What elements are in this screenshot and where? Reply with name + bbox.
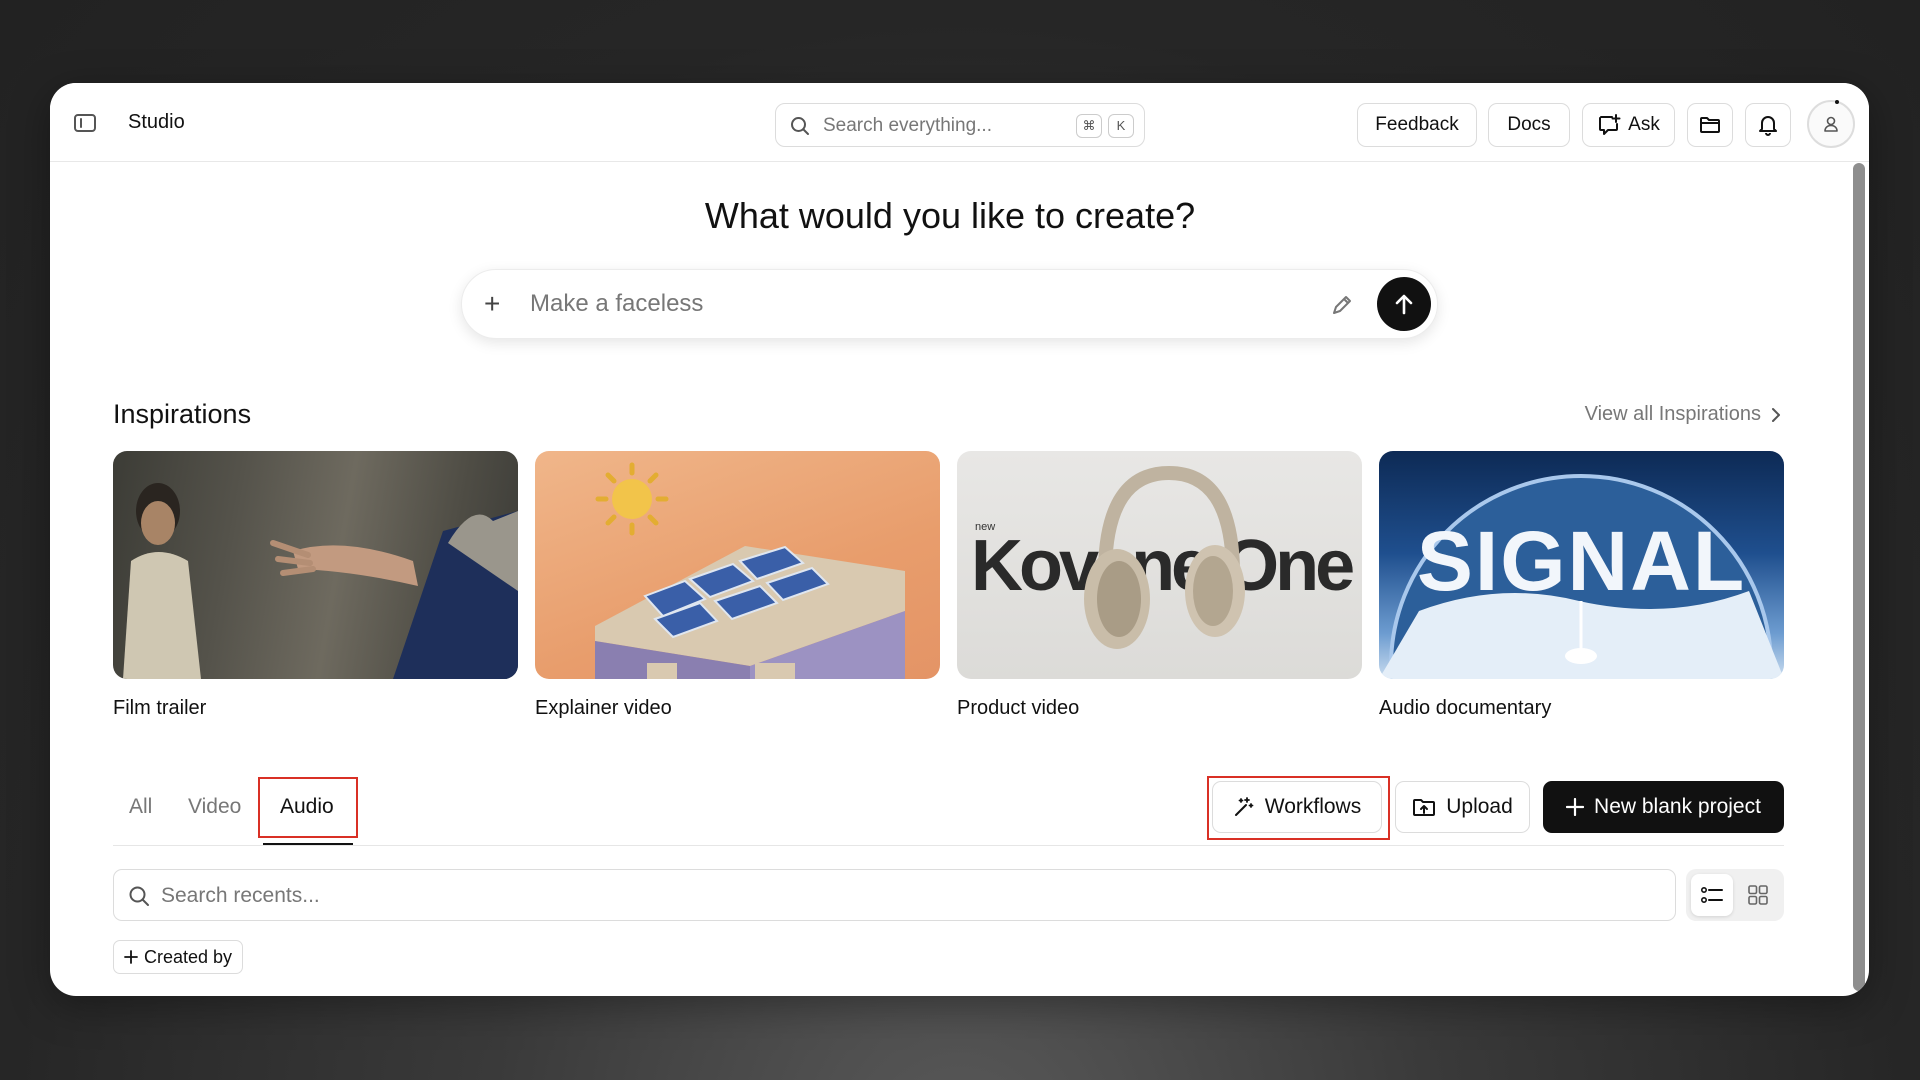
folder-upload-icon — [1413, 799, 1436, 816]
card-label: Product video — [957, 697, 1080, 719]
tab-all[interactable]: All — [129, 795, 152, 819]
tab-video[interactable]: Video — [188, 795, 241, 819]
inspiration-card-product-video[interactable]: new Kovane One Product video — [957, 451, 1362, 720]
film-trailer-thumbnail — [113, 451, 518, 679]
user-icon — [1824, 116, 1838, 132]
app-title: Studio — [128, 111, 185, 133]
inspiration-card-audio-documentary[interactable]: SIGNAL Audio documentary — [1379, 451, 1784, 720]
headphones-image — [1084, 465, 1245, 649]
list-icon — [1701, 887, 1723, 903]
scrollbar[interactable] — [1853, 163, 1865, 991]
shortcut-mod-key: ⌘ — [1076, 114, 1102, 138]
folder-button[interactable] — [1687, 103, 1733, 147]
new-project-label: New blank project — [1594, 795, 1761, 818]
card-label: Explainer video — [535, 697, 672, 719]
created-by-label: Created by — [144, 946, 233, 967]
thumb-title-text: SIGNAL — [1416, 514, 1747, 608]
film-scene-image — [123, 483, 518, 679]
studio-window: Studio Search everything... ⌘ K Feedback… — [50, 83, 1869, 996]
card-label: Audio documentary — [1379, 697, 1552, 719]
feedback-button[interactable]: Feedback — [1357, 103, 1477, 147]
bell-icon — [1759, 116, 1777, 136]
notifications-button[interactable] — [1745, 103, 1791, 147]
chevron-right-icon — [1772, 407, 1780, 422]
top-bar: Studio Search everything... ⌘ K Feedback… — [50, 83, 1869, 162]
prompt-input[interactable]: + Make a faceless — [461, 269, 1438, 339]
solar-house-image — [595, 462, 905, 679]
created-by-filter[interactable]: Created by — [113, 940, 244, 974]
new-blank-project-button[interactable]: New blank project — [1543, 781, 1784, 833]
status-dot — [1835, 100, 1839, 104]
feedback-label: Feedback — [1375, 114, 1459, 135]
plus-icon — [1566, 798, 1585, 816]
send-button[interactable] — [1377, 277, 1431, 331]
sun-icon — [595, 462, 669, 536]
product-video-thumbnail: new Kovane One — [957, 451, 1362, 679]
page-headline: What would you like to create? — [704, 195, 1196, 236]
view-mode-toggle — [1686, 869, 1784, 921]
view-all-inspirations-link[interactable]: View all Inspirations — [1585, 403, 1781, 426]
workflows-highlight — [1207, 776, 1390, 840]
docs-button[interactable]: Docs — [1488, 103, 1570, 147]
shortcut-k-key: K — [1108, 114, 1134, 138]
docs-label: Docs — [1507, 114, 1551, 135]
inspirations-title: Inspirations — [113, 399, 252, 429]
chat-plus-icon — [1599, 114, 1621, 135]
inspiration-card-film-trailer[interactable]: Film trailer — [113, 451, 518, 720]
view-all-label: View all Inspirations — [1584, 403, 1761, 425]
audio-documentary-thumbnail: SIGNAL — [1379, 451, 1784, 679]
search-icon — [791, 117, 809, 135]
ask-label: Ask — [1628, 114, 1660, 135]
inspiration-card-explainer-video[interactable]: Explainer video — [535, 451, 940, 720]
plus-icon — [124, 950, 138, 964]
add-attachment-icon[interactable]: + — [484, 290, 500, 318]
grid-icon — [1748, 885, 1768, 905]
global-search-input[interactable]: Search everything... ⌘ K — [775, 103, 1145, 147]
recents-search-placeholder: Search recents... — [161, 884, 320, 907]
arrow-up-icon — [1395, 294, 1413, 315]
search-placeholder: Search everything... — [823, 115, 992, 136]
upload-label: Upload — [1446, 795, 1513, 818]
grid-view-button[interactable] — [1737, 874, 1779, 916]
ask-button[interactable]: Ask — [1582, 103, 1675, 147]
search-icon — [129, 886, 149, 906]
folder-icon — [1700, 117, 1720, 133]
pen-icon[interactable] — [1329, 292, 1355, 318]
prompt-text: Make a faceless — [530, 290, 704, 317]
recents-search-input[interactable]: Search recents... — [113, 869, 1676, 921]
card-label: Film trailer — [113, 697, 207, 719]
list-view-button[interactable] — [1691, 874, 1733, 916]
tabs-divider — [113, 845, 1784, 846]
explainer-video-thumbnail — [535, 451, 940, 679]
audio-tab-highlight — [258, 777, 358, 838]
sidebar-toggle-icon[interactable] — [74, 114, 96, 132]
upload-button[interactable]: Upload — [1395, 781, 1530, 833]
avatar[interactable] — [1807, 100, 1855, 148]
